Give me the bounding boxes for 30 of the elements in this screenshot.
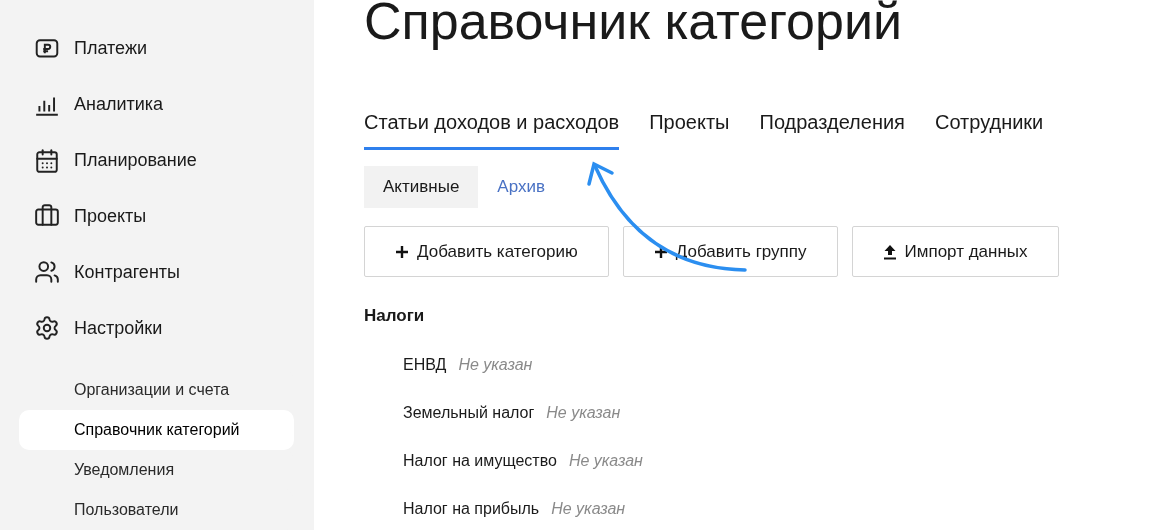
upload-icon: [882, 243, 897, 260]
category-note: Не указан: [546, 402, 621, 423]
category-name[interactable]: ЕНВД: [403, 352, 447, 377]
category-name[interactable]: Налог на имущество: [403, 448, 557, 473]
category-note: Не указан: [568, 450, 643, 471]
toolbar-button[interactable]: Добавить категорию: [364, 226, 609, 277]
sidebar-item[interactable]: Платежи: [19, 21, 294, 77]
category-note: Не указан: [551, 498, 626, 519]
plus-icon: [395, 244, 409, 259]
sidebar-subitem[interactable]: Справочник категорий: [19, 409, 294, 450]
filter-tab[interactable]: Архив: [478, 166, 564, 208]
filter-tab[interactable]: Активные: [364, 166, 479, 208]
tab[interactable]: Сотрудники: [934, 107, 1044, 150]
category-name[interactable]: Земельный налог: [403, 400, 535, 425]
sidebar-item[interactable]: Проекты: [19, 188, 294, 245]
sidebar-item[interactable]: Настройки: [19, 300, 294, 356]
category-note: Не указан: [458, 354, 533, 375]
category-name[interactable]: Налог на прибыль: [403, 496, 540, 521]
tab[interactable]: Подразделения: [759, 107, 905, 150]
people-icon: [34, 259, 60, 286]
tab[interactable]: Проекты: [649, 107, 730, 150]
tab[interactable]: Статьи доходов и расходов: [364, 107, 620, 150]
sidebar-item[interactable]: Аналитика: [19, 76, 294, 133]
group-title: Налоги: [364, 305, 426, 327]
toolbar-button[interactable]: Добавить группу: [622, 226, 838, 277]
sidebar-item[interactable]: Планирование: [19, 132, 294, 189]
toolbar-button[interactable]: Импорт данных: [851, 226, 1059, 277]
settings-icon: [34, 315, 60, 342]
sidebar-item[interactable]: Контрагенты: [19, 244, 294, 301]
calendar-icon: [34, 147, 60, 174]
